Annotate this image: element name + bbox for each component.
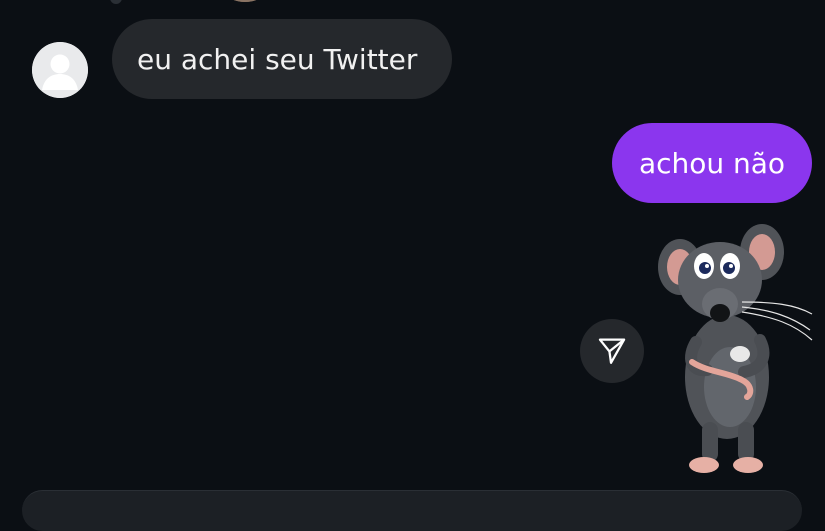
incoming-message-bubble[interactable]: eu achei seu Twitter (112, 19, 452, 99)
message-composer[interactable] (22, 490, 802, 531)
rat-sticker-icon[interactable] (652, 222, 822, 480)
outgoing-message-bubble[interactable]: achou não (612, 123, 812, 203)
share-message-button[interactable] (580, 319, 644, 383)
send-icon (598, 338, 626, 364)
previous-message-tail (110, 0, 122, 4)
outgoing-message-text: achou não (638, 146, 786, 180)
previous-avatar-icon (212, 0, 278, 2)
contact-avatar-icon[interactable] (32, 42, 88, 98)
incoming-message-text: eu achei seu Twitter (137, 42, 418, 76)
